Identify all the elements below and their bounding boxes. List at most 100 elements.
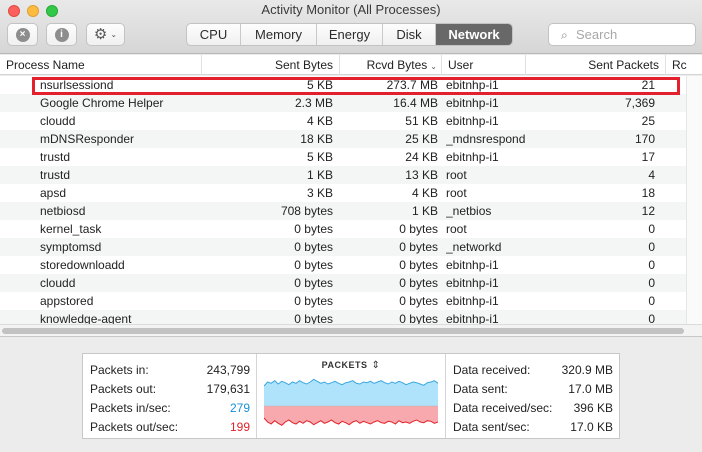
horizontal-scrollbar[interactable] bbox=[0, 324, 702, 336]
stat-value: 17.0 KB bbox=[570, 420, 613, 434]
category-tabs: CPU Memory Energy Disk Network bbox=[186, 23, 513, 46]
process-name-cell: apsd bbox=[40, 186, 67, 200]
table-header: Process Name Sent Bytes Rcvd Bytes ⌄ User… bbox=[0, 55, 702, 75]
table-row[interactable]: trustd 5 KB 24 KB ebitnhp-i1 17 bbox=[0, 148, 686, 166]
tab-cpu[interactable]: CPU bbox=[187, 24, 241, 45]
table-row[interactable]: Google Chrome Helper 2.3 MB 16.4 MB ebitnhp… bbox=[0, 94, 686, 112]
gear-icon: ⚙ bbox=[93, 26, 108, 43]
network-summary-panel: Packets in: 243,799 Packets out: 179,631… bbox=[82, 353, 620, 439]
rcvd-bytes-cell: 51 KB bbox=[405, 114, 438, 128]
rcvd-bytes-cell: 16.4 MB bbox=[393, 96, 438, 110]
table-row[interactable]: appstored 0 bytes 0 bytes ebitnhp-i1 0 bbox=[0, 292, 686, 310]
sent-bytes-cell: 0 bytes bbox=[294, 294, 333, 308]
process-name-cell: appstored bbox=[40, 294, 94, 308]
stat-packets-in: Packets in: 243,799 bbox=[83, 361, 256, 380]
stat-value: 243,799 bbox=[206, 363, 250, 377]
column-header-sent-bytes[interactable]: Sent Bytes bbox=[202, 55, 340, 75]
rcvd-bytes-cell: 13 KB bbox=[405, 168, 438, 182]
column-header-sent-packets[interactable]: Sent Packets bbox=[526, 55, 666, 75]
sent-packets-cell: 25 bbox=[641, 114, 655, 128]
rcvd-bytes-cell: 0 bytes bbox=[399, 222, 438, 236]
packet-stats: Packets in: 243,799 Packets out: 179,631… bbox=[83, 354, 257, 438]
user-cell: root bbox=[446, 168, 467, 182]
graph-title[interactable]: PACKETS ⇕ bbox=[258, 360, 444, 371]
tab-memory[interactable]: Memory bbox=[241, 24, 317, 45]
search-input[interactable] bbox=[576, 26, 691, 43]
horizontal-scroll-thumb[interactable] bbox=[2, 328, 684, 334]
sent-packets-cell: 21 bbox=[641, 78, 655, 92]
action-menu-button[interactable]: ⚙ ⌄ bbox=[86, 23, 125, 46]
tab-energy[interactable]: Energy bbox=[317, 24, 383, 45]
column-header-rcvd-bytes[interactable]: Rcvd Bytes ⌄ bbox=[340, 55, 442, 75]
process-name-cell: symptomsd bbox=[40, 240, 102, 254]
sent-packets-cell: 17 bbox=[641, 150, 655, 164]
sent-packets-cell: 0 bbox=[648, 312, 655, 324]
rcvd-bytes-cell: 4 KB bbox=[411, 186, 438, 200]
process-name-cell: nsurlsessiond bbox=[40, 78, 114, 92]
process-name-cell: knowledge-agent bbox=[40, 312, 132, 324]
stat-label: Data received: bbox=[453, 363, 531, 377]
tab-network[interactable]: Network bbox=[436, 24, 512, 45]
table-row[interactable]: trustd 1 KB 13 KB root 4 bbox=[0, 166, 686, 184]
stat-packets-out-per-sec: Packets out/sec: 199 bbox=[83, 418, 256, 437]
sort-descending-icon: ⌄ bbox=[430, 62, 437, 71]
table-row[interactable]: symptomsd 0 bytes 0 bytes _networkd 0 bbox=[0, 238, 686, 256]
sent-bytes-cell: 2.3 MB bbox=[294, 96, 333, 110]
rcvd-bytes-cell: 0 bytes bbox=[399, 312, 438, 324]
stat-label: Data received/sec: bbox=[453, 401, 553, 415]
sent-bytes-cell: 0 bytes bbox=[294, 258, 333, 272]
stat-data-received-per-sec: Data received/sec: 396 KB bbox=[446, 399, 619, 418]
table-row[interactable]: kernel_task 0 bytes 0 bytes root 0 bbox=[0, 220, 686, 238]
stat-data-sent-per-sec: Data sent/sec: 17.0 KB bbox=[446, 418, 619, 437]
tab-disk[interactable]: Disk bbox=[383, 24, 436, 45]
sent-bytes-cell: 5 KB bbox=[306, 78, 333, 92]
stat-value: 396 KB bbox=[573, 401, 613, 415]
data-stats: Data received: 320.9 MB Data sent: 17.0 … bbox=[445, 354, 619, 438]
table-row[interactable]: cloudd 0 bytes 0 bytes ebitnhp-i1 0 bbox=[0, 274, 686, 292]
sent-bytes-cell: 0 bytes bbox=[294, 276, 333, 290]
user-cell: _netbios bbox=[446, 204, 492, 218]
sent-bytes-cell: 708 bytes bbox=[280, 204, 333, 218]
stat-data-sent: Data sent: 17.0 MB bbox=[446, 380, 619, 399]
inspect-process-button[interactable]: i bbox=[46, 23, 77, 46]
column-header-rcvd-packets[interactable]: Rc bbox=[666, 55, 702, 75]
column-header-user[interactable]: User bbox=[442, 55, 526, 75]
user-cell: _mdnsrespond bbox=[446, 132, 526, 146]
process-name-cell: kernel_task bbox=[40, 222, 102, 236]
rcvd-bytes-cell: 24 KB bbox=[405, 150, 438, 164]
stat-label: Packets out: bbox=[90, 382, 157, 396]
graph-toggle-icon: ⇕ bbox=[371, 360, 381, 371]
sent-packets-cell: 0 bbox=[648, 294, 655, 308]
column-header-process-name[interactable]: Process Name bbox=[0, 55, 202, 75]
stat-value: 179,631 bbox=[206, 382, 250, 396]
rcvd-bytes-cell: 0 bytes bbox=[399, 294, 438, 308]
table-row[interactable]: storedownloadd 0 bytes 0 bytes ebitnhp-i1 0 bbox=[0, 256, 686, 274]
table-row[interactable]: nsurlsessiond 5 KB 273.7 MB ebitnhp-i1 21 bbox=[0, 76, 686, 94]
stat-label: Packets in: bbox=[90, 363, 149, 377]
user-cell: ebitnhp-i1 bbox=[446, 258, 499, 272]
stat-value: 279 bbox=[229, 401, 250, 415]
packets-graph: PACKETS ⇕ bbox=[258, 354, 444, 438]
info-icon: i bbox=[54, 27, 69, 42]
sent-packets-cell: 7,369 bbox=[624, 96, 655, 110]
table-row[interactable]: mDNSResponder 18 KB 25 KB _mdnsrespond 170 bbox=[0, 130, 686, 148]
sent-bytes-cell: 4 KB bbox=[306, 114, 333, 128]
user-cell: ebitnhp-i1 bbox=[446, 96, 499, 110]
table-row[interactable]: netbiosd 708 bytes 1 KB _netbios 12 bbox=[0, 202, 686, 220]
user-cell: ebitnhp-i1 bbox=[446, 312, 499, 324]
table-row[interactable]: knowledge-agent 0 bytes 0 bytes ebitnhp-i1 0 bbox=[0, 310, 686, 324]
stat-packets-in-per-sec: Packets in/sec: 279 bbox=[83, 399, 256, 418]
stop-process-button[interactable]: × bbox=[7, 23, 38, 46]
vertical-scrollbar[interactable] bbox=[686, 76, 702, 324]
sent-packets-cell: 0 bbox=[648, 276, 655, 290]
table-row[interactable]: apsd 3 KB 4 KB root 18 bbox=[0, 184, 686, 202]
search-icon: ⌕ bbox=[561, 28, 568, 42]
table-row[interactable]: cloudd 4 KB 51 KB ebitnhp-i1 25 bbox=[0, 112, 686, 130]
sent-packets-cell: 18 bbox=[641, 186, 655, 200]
stat-label: Packets out/sec: bbox=[90, 420, 179, 434]
sent-packets-cell: 170 bbox=[634, 132, 655, 146]
user-cell: ebitnhp-i1 bbox=[446, 150, 499, 164]
graph-title-label: PACKETS bbox=[321, 360, 368, 370]
sent-bytes-cell: 0 bytes bbox=[294, 222, 333, 236]
search-field[interactable]: ⌕ bbox=[548, 23, 696, 46]
